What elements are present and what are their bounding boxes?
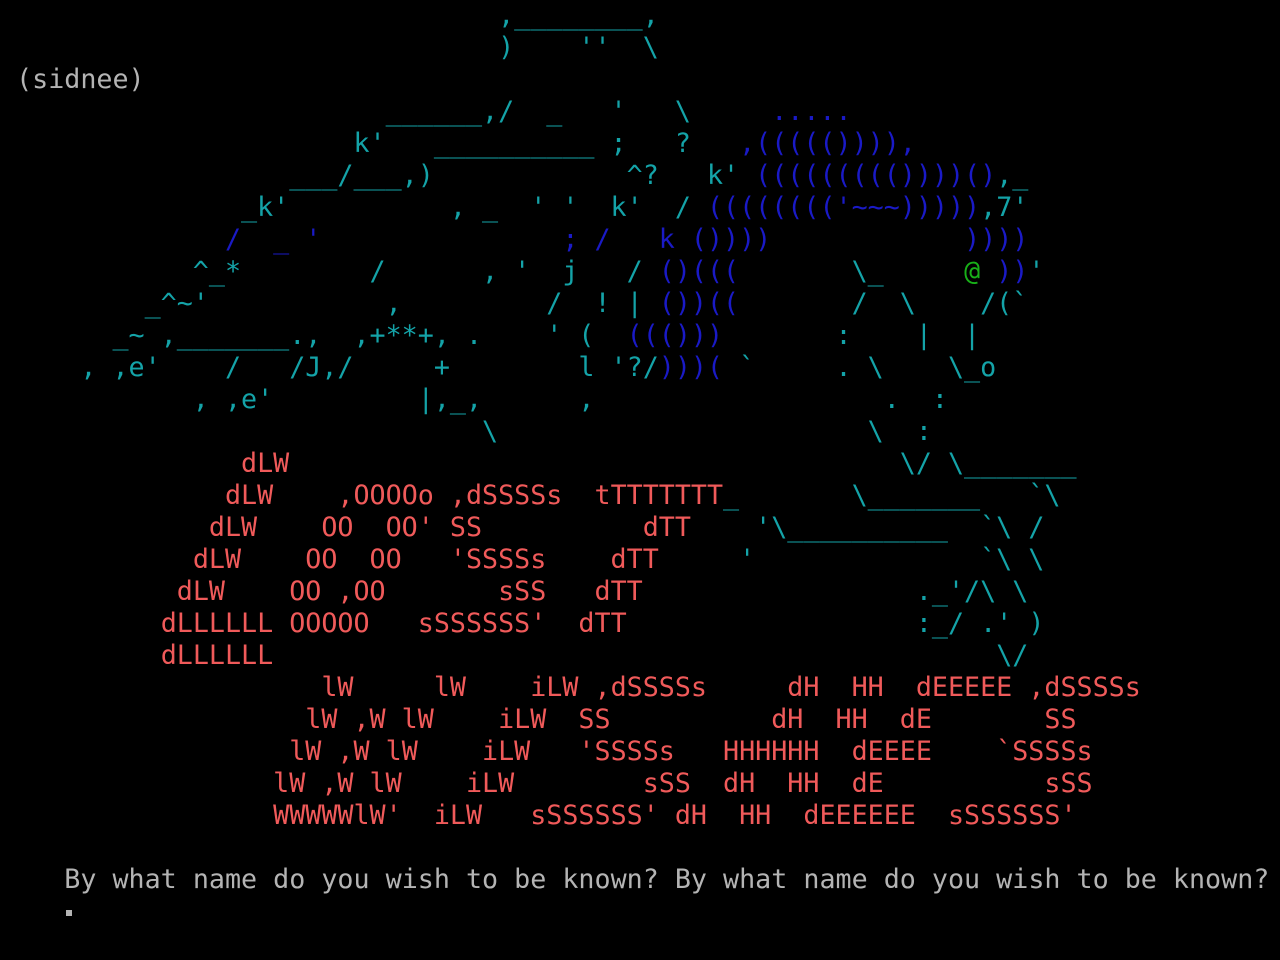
art-segment: k' __________ ; ?: [0, 128, 740, 159]
logo-text: WWWWWlW' iLW sSSSSSS' dH HH dEEEEEE sSSS…: [273, 800, 1077, 831]
art-row: dLW \/ \_______: [0, 448, 1077, 480]
art-segment: [0, 608, 161, 639]
art-segment: [0, 544, 193, 575]
art-segment: \_: [739, 256, 965, 287]
art-segment: : | |: [723, 320, 981, 351]
art-segment: _^~' , / ! |: [0, 288, 659, 319]
art-row: ,________,: [0, 0, 659, 32]
art-row: , ,e' / /J,/ + l '?/)))( ` . \ \_o: [0, 352, 996, 384]
art-segment: ._'/\ \: [642, 576, 1029, 607]
art-segment: ___/___,) ^? k': [0, 160, 756, 191]
logo-text: dLW OO OO' SS dTT: [208, 512, 691, 543]
art-row: lW ,W lW iLW 'SSSSs HHHHHH dEEEE `SSSSs: [0, 736, 1093, 768]
art-row: dLW OO OO 'SSSSs dTT ' `\ \: [0, 544, 1045, 576]
art-segment: [0, 768, 273, 799]
art-segment: \/: [273, 640, 1029, 671]
art-segment: ^_* / , ' j /: [0, 256, 659, 287]
art-row: dLW ,OOOOo ,dSSSSs tTTTTTTT_ \_______ `\: [0, 480, 1061, 512]
art-segment: ,________,: [0, 0, 659, 31]
art-row: ___/___,) ^? k' ((((((((())))(),_: [0, 160, 1028, 192]
logo-text: dLW ,OOOOo ,dSSSSs tTTTTTTT: [224, 480, 724, 511]
art-row: , ,e' |,_, , . :: [0, 384, 948, 416]
art-row: _^~' , / ! | ())(( / \ /(`: [0, 288, 1029, 320]
art-segment: '\__________ `\ /: [690, 512, 1045, 543]
art-segment: [0, 512, 209, 543]
prompt-text: By what name do you wish to be known? By…: [64, 864, 1270, 895]
art-segment: [0, 800, 273, 831]
art-row: ______,/ _ ' \ .....: [0, 96, 852, 128]
art-segment: ` . \ \_o: [723, 352, 997, 383]
art-segment: ((((((((())))(): [755, 160, 997, 191]
art-segment: ()))): [690, 224, 772, 255]
art-row: ) '' \: [0, 32, 659, 64]
art-row: lW ,W lW iLW SS dH HH dE SS: [0, 704, 1077, 736]
art-row: (sidnee): [0, 64, 675, 96]
art-segment: )))(: [658, 352, 724, 383]
art-segment: :_/ .' ): [626, 608, 1045, 639]
text-cursor: [66, 909, 73, 916]
art-row: dLLLLLL \/: [0, 640, 1029, 672]
art-row: \ \ :: [0, 416, 932, 448]
art-row: ^_* / , ' j / ()((( \_ @ ))': [0, 256, 1045, 288]
art-segment: .....: [771, 96, 852, 127]
art-row: / _ ' ; / k ()))) )))): [0, 224, 1028, 256]
player-name-label: (sidnee): [16, 64, 145, 95]
art-segment: ,_: [996, 160, 1029, 191]
art-segment: [771, 224, 964, 255]
logo-text: lW ,W lW iLW SS dH HH dE SS: [305, 704, 1077, 735]
art-row: lW ,W lW iLW sSS dH HH dE sSS: [0, 768, 1093, 800]
art-segment: ': [1028, 256, 1045, 287]
art-row: dLW OO ,OO sSS dTT ._'/\ \: [0, 576, 1029, 608]
art-segment: / _ ' ; / k: [0, 224, 691, 255]
art-segment: ()(((: [658, 256, 740, 287]
logo-text: dLW OO ,OO sSS dTT: [176, 576, 643, 607]
art-segment: _k' , _ ' ' k' /: [0, 192, 707, 223]
art-segment: [0, 448, 241, 479]
art-segment: [0, 640, 161, 671]
art-segment: \/ \_______: [289, 448, 1077, 479]
logo-text: lW ,W lW iLW 'SSSSs HHHHHH dEEEE `SSSSs: [289, 736, 1093, 767]
logo-text: lW ,W lW iLW sSS dH HH dE sSS: [273, 768, 1093, 799]
logo-text: lW lW iLW ,dSSSSs dH HH dEEEEE ,dSSSSs: [321, 672, 1141, 703]
art-row: WWWWWlW' iLW sSSSSSS' dH HH dEEEEEE sSSS…: [0, 800, 1077, 832]
art-segment: [0, 672, 321, 703]
art-segment: @: [964, 256, 981, 287]
art-segment: / \ /(`: [739, 288, 1029, 319]
art-segment: [0, 704, 305, 735]
terminal-screen: ,________, ) '' \ (sidnee) ______,/ _ ' …: [0, 0, 1280, 916]
art-segment: ) '' \: [0, 32, 659, 63]
art-segment: , ,e' |,_, , . :: [0, 384, 948, 415]
art-segment: ())((: [658, 288, 740, 319]
art-segment: [0, 736, 289, 767]
art-segment: [980, 256, 996, 287]
art-segment: [0, 480, 225, 511]
art-segment: [0, 64, 16, 95]
logo-text: dLW: [241, 448, 290, 479]
art-row: _k' , _ ' ' k' / (((((((('~~~))))),7': [0, 192, 1028, 224]
art-segment: ,((((()))),: [739, 128, 916, 159]
art-segment: , ,e' / /J,/ + l '?/: [0, 352, 659, 383]
login-prompt[interactable]: By what name do you wish to be known? By…: [0, 832, 1269, 916]
art-row: lW lW iLW ,dSSSSs dH HH dEEEEE ,dSSSSs: [0, 672, 1141, 704]
art-row: _~ ,_______., ,+**+, . ' ( ((())) : | |: [0, 320, 980, 352]
logo-text: dLLLLLL: [160, 640, 274, 671]
art-segment: [0, 576, 177, 607]
logo-text: dLW OO OO 'SSSSs dTT: [192, 544, 659, 575]
art-segment: ,7': [980, 192, 1029, 223]
art-segment: ' `\ \: [658, 544, 1045, 575]
art-segment: _~ ,_______., ,+**+, . ' (: [0, 320, 627, 351]
art-segment: [145, 64, 675, 95]
art-segment: \ \ :: [0, 416, 932, 447]
art-segment: )))): [964, 224, 1029, 255]
art-segment: ((())): [626, 320, 724, 351]
art-row: k' __________ ; ? ,((((()))),: [0, 128, 916, 160]
art-segment: _ \_______ `\: [723, 480, 1061, 511]
art-segment: )): [996, 256, 1029, 287]
art-row: dLW OO OO' SS dTT '\__________ `\ /: [0, 512, 1045, 544]
logo-text: dLLLLLL OOOOO sSSSSSS' dTT: [160, 608, 627, 639]
art-row: dLLLLLL OOOOO sSSSSSS' dTT :_/ .' ): [0, 608, 1045, 640]
art-segment: (((((((('~~~))))): [706, 192, 981, 223]
art-segment: ______,/ _ ' \: [0, 96, 772, 127]
